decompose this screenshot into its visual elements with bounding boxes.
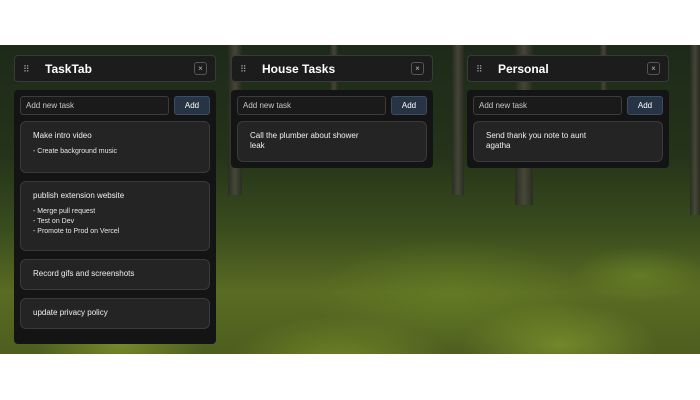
column-body: Add Send thank you note to aunt agatha [467,90,669,168]
task-title: publish extension website [33,191,125,200]
drag-handle-icon[interactable]: ⠿ [240,64,252,73]
column-header: ⠿ Personal × [467,55,669,82]
drag-handle-icon[interactable]: ⠿ [23,64,35,73]
task-title: Make intro video [33,131,92,140]
close-column-button[interactable]: × [194,62,207,75]
task-title: Record gifs and screenshots [33,269,135,278]
new-task-input[interactable] [237,96,386,115]
column-title: TaskTab [45,61,92,76]
task-notes: - Merge pull request - Test on Dev - Pro… [33,208,120,235]
task-card[interactable]: update privacy policy [20,298,210,329]
add-task-button[interactable]: Add [391,96,427,115]
task-card[interactable]: Make intro video - Create background mus… [20,121,210,173]
new-task-input[interactable] [473,96,622,115]
column-title: Personal [498,61,549,76]
task-title: Send thank you note to aunt agatha [486,131,587,150]
column-body: Add Call the plumber about shower leak [231,90,433,168]
task-card[interactable]: Send thank you note to aunt agatha [473,121,663,162]
add-task-row: Add [473,96,663,115]
task-notes: - Create background music [33,148,118,155]
column-header: ⠿ TaskTab × [14,55,216,82]
add-task-row: Add [20,96,210,115]
task-title: Call the plumber about shower leak [250,131,359,150]
task-card[interactable]: Call the plumber about shower leak [237,121,427,162]
column-header: ⠿ House Tasks × [231,55,433,82]
column-title: House Tasks [262,61,336,76]
add-task-button[interactable]: Add [174,96,210,115]
task-title: update privacy policy [33,308,108,317]
add-task-button[interactable]: Add [627,96,663,115]
column-body: Add Make intro video - Create background… [14,90,216,344]
task-card[interactable]: Record gifs and screenshots [20,259,210,290]
task-column-tasktab: ⠿ TaskTab × Add Make intro video - Creat… [14,55,216,344]
new-task-input[interactable] [20,96,169,115]
close-column-button[interactable]: × [647,62,660,75]
task-column-personal: ⠿ Personal × Add Send thank you note to … [467,55,669,168]
add-task-row: Add [237,96,427,115]
close-column-button[interactable]: × [411,62,424,75]
task-column-house-tasks: ⠿ House Tasks × Add Call the plumber abo… [231,55,433,168]
drag-handle-icon[interactable]: ⠿ [476,64,488,73]
task-card[interactable]: publish extension website - Merge pull r… [20,181,210,251]
